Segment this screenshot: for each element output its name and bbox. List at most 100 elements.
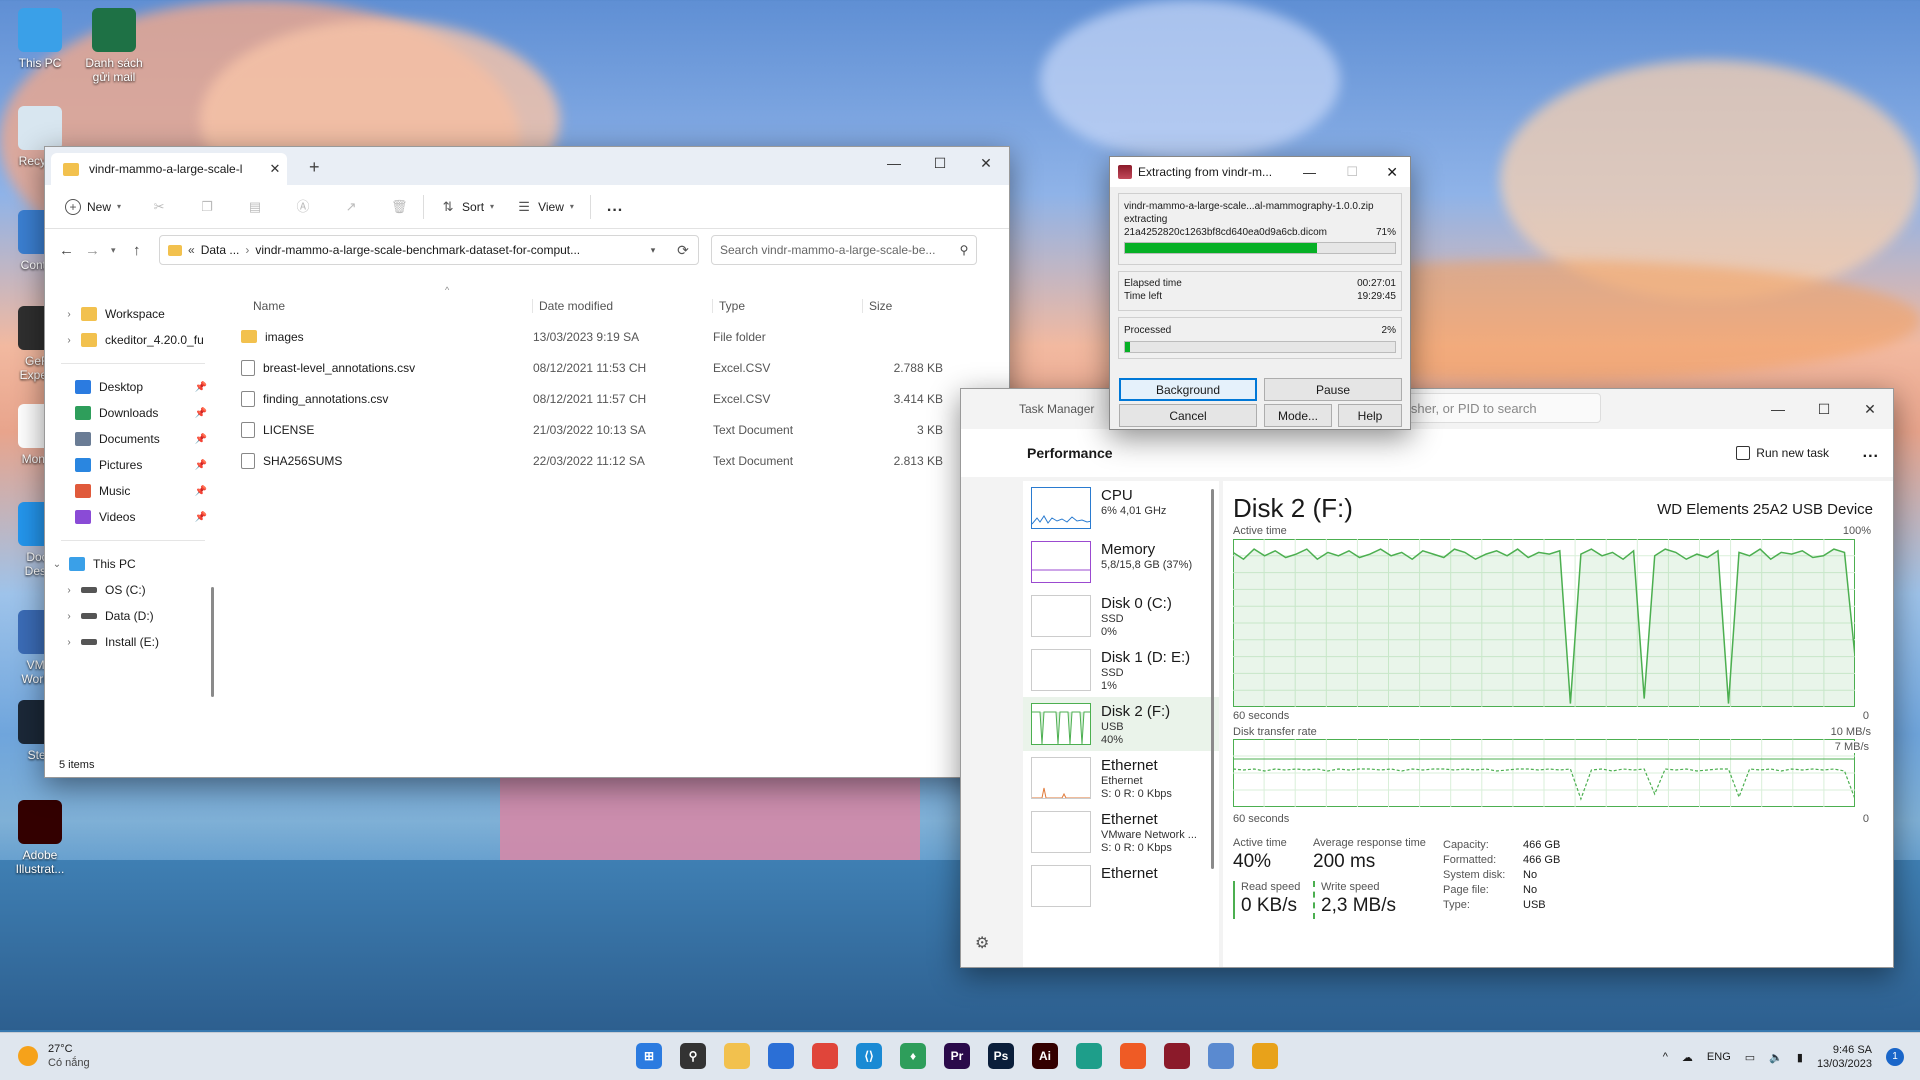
illustrator-icon[interactable]: Ai xyxy=(1032,1043,1058,1069)
perf-item[interactable]: Disk 1 (D: E:) SSD 1% xyxy=(1023,643,1219,697)
store-icon[interactable] xyxy=(768,1043,794,1069)
column-size[interactable]: Size xyxy=(863,299,953,313)
chevron-right-icon[interactable]: › xyxy=(57,309,81,320)
search-box[interactable]: Search vindr-mammo-a-large-scale-be... ⚲ xyxy=(711,235,977,265)
nav-item-this-pc[interactable]: ⌄ This PC xyxy=(45,551,221,577)
file-row[interactable]: finding_annotations.csv 08/12/2021 11:57… xyxy=(223,383,1009,414)
nav-item-drive[interactable]: › OS (C:) xyxy=(45,577,221,603)
close-icon[interactable]: ✕ xyxy=(963,147,1009,179)
address-bar[interactable]: « Data ... › vindr-mammo-a-large-scale-b… xyxy=(159,235,699,265)
perf-item[interactable]: CPU 6% 4,01 GHz xyxy=(1023,481,1219,535)
vscode-icon[interactable]: ⟨⟩ xyxy=(856,1043,882,1069)
new-tab-icon[interactable]: + xyxy=(309,157,320,178)
chevron-right-icon[interactable]: › xyxy=(57,637,81,648)
file-row[interactable]: SHA256SUMS 22/03/2022 11:12 SA Text Docu… xyxy=(223,445,1009,476)
nav-item-pinned[interactable]: Music 📌 xyxy=(45,478,221,504)
nav-item-quick[interactable]: › Workspace xyxy=(45,301,221,327)
maximize-icon[interactable]: ☐ xyxy=(1346,164,1358,180)
more-options-icon[interactable]: ... xyxy=(1863,444,1879,462)
edge-dev-icon[interactable] xyxy=(1076,1043,1102,1069)
back-icon[interactable]: ← xyxy=(59,242,85,259)
taskmgr-search-input[interactable]: isher, or PID to search xyxy=(1408,401,1537,416)
rename-icon[interactable]: Ⓐ xyxy=(295,199,311,215)
clock[interactable]: 9:46 SA 13/03/2023 xyxy=(1817,1043,1872,1071)
mode-button[interactable]: Mode... xyxy=(1264,404,1332,427)
mongodb-icon[interactable]: ♦ xyxy=(900,1043,926,1069)
sidebar-scrollbar[interactable] xyxy=(1211,489,1214,869)
chrome-canary-icon[interactable] xyxy=(1252,1043,1278,1069)
chevron-down-icon[interactable]: ⌄ xyxy=(45,559,69,570)
volume-icon[interactable]: 🔈 xyxy=(1769,1051,1783,1064)
network-icon[interactable]: ▭ xyxy=(1745,1051,1755,1064)
chevron-right-icon[interactable]: › xyxy=(57,611,81,622)
cancel-button[interactable]: Cancel xyxy=(1119,404,1257,427)
view-button[interactable]: ☰ View ▾ xyxy=(516,199,574,215)
up-icon[interactable]: ↑ xyxy=(133,242,159,259)
recent-dropdown-icon[interactable]: ▾ xyxy=(111,245,133,256)
chrome-icon[interactable] xyxy=(812,1043,838,1069)
refresh-icon[interactable]: ⟳ xyxy=(672,242,694,259)
breadcrumb-current[interactable]: vindr-mammo-a-large-scale-benchmark-data… xyxy=(255,243,634,257)
maximize-icon[interactable]: ☐ xyxy=(917,147,963,179)
nav-item-pinned[interactable]: Downloads 📌 xyxy=(45,400,221,426)
close-icon[interactable]: ✕ xyxy=(1386,164,1398,181)
premiere-icon[interactable]: Pr xyxy=(944,1043,970,1069)
forward-icon[interactable]: → xyxy=(85,242,111,259)
perf-item[interactable]: Ethernet xyxy=(1023,859,1219,913)
settings-icon[interactable]: ⚙ xyxy=(975,933,989,953)
paste-icon[interactable]: ▤ xyxy=(247,199,263,215)
task-manager-icon[interactable] xyxy=(1208,1043,1234,1069)
nav-item-pinned[interactable]: Videos 📌 xyxy=(45,504,221,530)
perf-item[interactable]: Ethernet VMware Network ... S: 0 R: 0 Kbps xyxy=(1023,805,1219,859)
pause-button[interactable]: Pause xyxy=(1264,378,1402,401)
column-type[interactable]: Type xyxy=(713,299,863,313)
nav-item-quick[interactable]: › ckeditor_4.20.0_fu xyxy=(45,327,221,353)
close-tab-icon[interactable]: ✕ xyxy=(263,161,287,177)
address-prefix[interactable]: « xyxy=(188,243,195,257)
desktop-icon[interactable]: Adobe Illustrat... xyxy=(0,800,80,876)
copy-icon[interactable]: ❐ xyxy=(199,199,215,215)
notification-badge[interactable]: 1 xyxy=(1886,1048,1904,1066)
cloud-icon[interactable]: ☁ xyxy=(1682,1051,1693,1064)
sort-button[interactable]: ⇅ Sort ▾ xyxy=(440,199,494,215)
minimize-icon[interactable]: — xyxy=(1755,393,1801,425)
close-icon[interactable]: ✕ xyxy=(1847,393,1893,425)
navigation-scrollbar[interactable] xyxy=(211,587,214,697)
nav-item-pinned[interactable]: Desktop 📌 xyxy=(45,374,221,400)
run-new-task-button[interactable]: Run new task xyxy=(1736,446,1829,460)
perf-item[interactable]: Disk 0 (C:) SSD 0% xyxy=(1023,589,1219,643)
start-icon[interactable]: ⊞ xyxy=(636,1043,662,1069)
column-date[interactable]: Date modified xyxy=(533,299,713,313)
perf-item[interactable]: Ethernet Ethernet S: 0 R: 0 Kbps xyxy=(1023,751,1219,805)
background-button[interactable]: Background xyxy=(1119,378,1257,401)
file-row[interactable]: breast-level_annotations.csv 08/12/2021 … xyxy=(223,352,1009,383)
nav-item-drive[interactable]: › Data (D:) xyxy=(45,603,221,629)
battery-icon[interactable]: ▮ xyxy=(1797,1051,1803,1064)
perf-item[interactable]: Disk 2 (F:) USB 40% xyxy=(1023,697,1219,751)
maximize-icon[interactable]: ☐ xyxy=(1801,393,1847,425)
nav-item-drive[interactable]: › Install (E:) xyxy=(45,629,221,655)
delete-icon[interactable]: 🗑 xyxy=(391,199,408,215)
new-button[interactable]: + New ▾ xyxy=(65,198,121,215)
chevron-down-icon[interactable]: ▾ xyxy=(640,245,666,256)
minimize-icon[interactable]: — xyxy=(871,147,917,179)
winrar-icon[interactable] xyxy=(1164,1043,1190,1069)
weather-widget[interactable]: 27°C Có nắng xyxy=(18,1042,90,1070)
desktop-icon[interactable]: Danh sách gửi mail xyxy=(74,8,154,84)
cut-icon[interactable]: ✂ xyxy=(151,199,167,215)
perf-item[interactable]: Memory 5,8/15,8 GB (37%) xyxy=(1023,535,1219,589)
chevron-right-icon[interactable]: › xyxy=(57,335,81,346)
desktop-icon[interactable]: This PC xyxy=(0,8,80,70)
chevron-right-icon[interactable]: › xyxy=(57,585,81,596)
explorer-tab[interactable]: vindr-mammo-a-large-scale-l ✕ xyxy=(51,153,287,185)
language-indicator[interactable]: ENG xyxy=(1707,1051,1731,1063)
minimize-icon[interactable]: — xyxy=(1303,165,1316,180)
help-button[interactable]: Help xyxy=(1338,404,1402,427)
search-input[interactable]: Search vindr-mammo-a-large-scale-be... xyxy=(720,243,952,257)
chevron-up-icon[interactable]: ^ xyxy=(1663,1051,1668,1063)
share-icon[interactable]: ↗ xyxy=(343,199,359,215)
file-explorer-icon[interactable] xyxy=(724,1043,750,1069)
file-row[interactable]: images 13/03/2023 9:19 SA File folder xyxy=(223,321,1009,352)
search-icon[interactable]: ⚲ xyxy=(680,1043,706,1069)
more-options-icon[interactable]: ... xyxy=(607,198,623,216)
